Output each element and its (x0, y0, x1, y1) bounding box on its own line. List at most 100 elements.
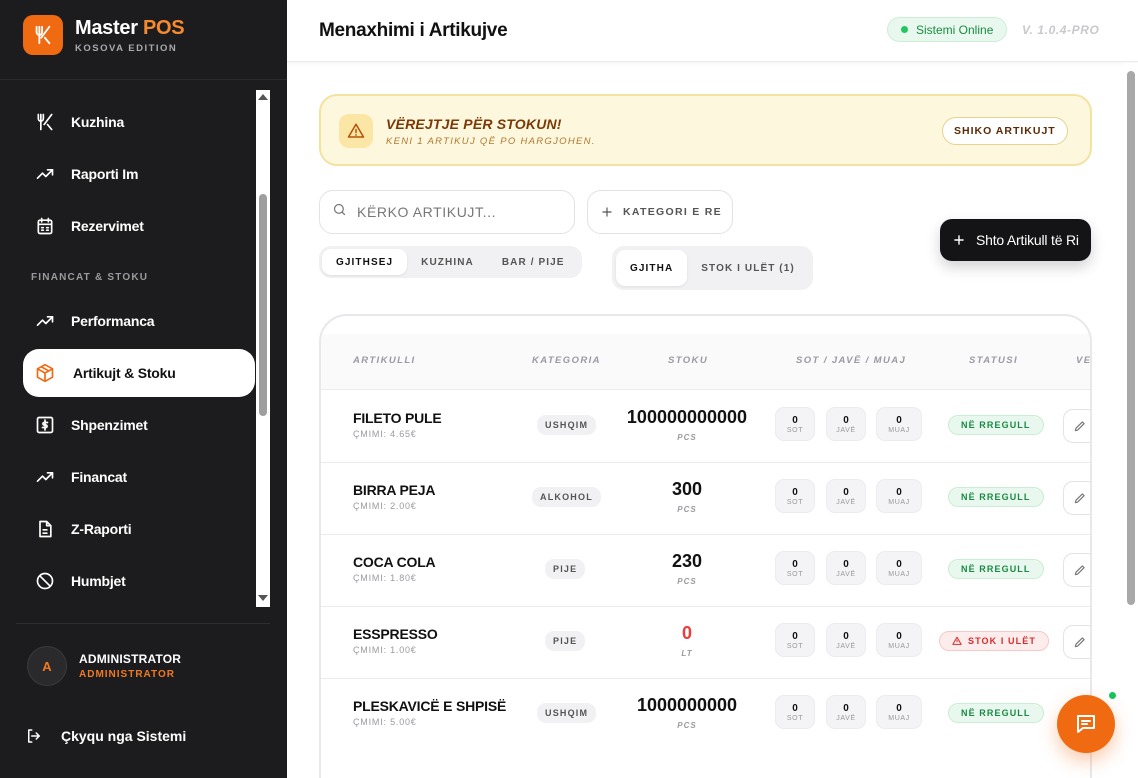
tab-gjithsej[interactable]: GJITHSEJ (322, 249, 408, 275)
status-badge: NË RREGULL (948, 415, 1044, 435)
main-area: Menaxhimi i Artikujve Sistemi Online V. … (287, 0, 1138, 778)
edit-button[interactable] (1063, 553, 1090, 587)
item-name: BIRRA PEJA (353, 482, 436, 498)
sidebar-item-label: Kuzhina (71, 114, 125, 130)
sales-value: 0 (896, 415, 902, 426)
tab-gjitha[interactable]: GJITHA (616, 250, 688, 286)
item-price: ÇMIMI: 1.00€ (353, 645, 417, 655)
item-name: COCA COLA (353, 554, 436, 570)
sales-week: 0 JAVË (826, 623, 866, 657)
table-row[interactable]: BIRRA PEJA ÇMIMI: 2.00€ ALKOHOL 300 PCS … (321, 463, 1090, 535)
stock-value: 300 (671, 479, 703, 499)
edit-button[interactable] (1063, 481, 1090, 515)
sales-label: JAVË (836, 499, 856, 506)
item-price: ÇMIMI: 5.00€ (353, 717, 417, 727)
column-header: STATUSI (969, 355, 1019, 366)
sidebar-item-label: Artikujt & Stoku (73, 365, 176, 381)
divider (0, 79, 287, 80)
stock-unit: PCS (677, 505, 697, 514)
box-icon (35, 363, 55, 383)
view-items-button[interactable]: SHIKO ARTIKUJT (942, 117, 1068, 145)
sidebar-item-z-raporti[interactable]: Z-Raporti (23, 505, 255, 553)
sidebar-item-rezervimet[interactable]: Rezervimet (23, 202, 255, 250)
item-name: ESSPRESSO (353, 626, 438, 642)
edit-button[interactable] (1063, 409, 1090, 443)
column-header: SOT / JAVË / MUAJ (796, 355, 907, 366)
sidebar-item-performanca[interactable]: Performanca (23, 297, 255, 345)
sales-today: 0 SOT (775, 695, 815, 729)
sales-label: MUAJ (888, 643, 910, 650)
sales-month: 0 MUAJ (876, 479, 922, 513)
tab-bar-pije[interactable]: BAR / PIJE (488, 249, 579, 275)
scroll-down-icon[interactable] (258, 595, 268, 601)
sales-label: MUAJ (888, 427, 910, 434)
sales-value: 0 (843, 415, 849, 426)
add-item-button[interactable]: Shto Artikull të Ri (940, 219, 1091, 261)
stock-unit: LT (681, 649, 693, 658)
sales-value: 0 (843, 703, 849, 714)
column-header: VE (1076, 355, 1092, 366)
plus-icon (600, 205, 614, 219)
sidebar-item-artikujt-stoku[interactable]: Artikujt & Stoku (23, 349, 255, 397)
table-row[interactable]: COCA COLA ÇMIMI: 1.80€ PIJE 230 PCS 0 SOT… (321, 535, 1090, 607)
table-row[interactable]: FILETO PULE ÇMIMI: 4.65€ USHQIM 10000000… (321, 391, 1090, 463)
scroll-up-icon[interactable] (258, 94, 268, 100)
sidebar-scrollbar-thumb[interactable] (259, 194, 267, 416)
content-scrollbar[interactable] (1124, 63, 1138, 778)
sidebar-item-kuzhina[interactable]: Kuzhina (23, 98, 255, 146)
tab-kuzhina[interactable]: KUZHINA (407, 249, 488, 275)
sales-value: 0 (792, 703, 798, 714)
sales-label: JAVË (836, 571, 856, 578)
logout-icon (25, 727, 43, 745)
table-row[interactable]: PLESKAVICË E SHPISË ÇMIMI: 5.00€ USHQIM … (321, 679, 1090, 751)
stock-alert: VËREJTJE PËR STOKUN! KENI 1 ARTIKUJ QË P… (319, 94, 1092, 166)
sales-value: 0 (792, 559, 798, 570)
sales-today: 0 SOT (775, 551, 815, 585)
status-text: Sistemi Online (916, 22, 994, 37)
scrollbar-thumb[interactable] (1127, 71, 1135, 605)
stock-unit: PCS (677, 721, 697, 730)
online-dot-icon (901, 26, 908, 33)
new-category-button[interactable]: KATEGORI E RE (587, 190, 733, 234)
sales-today: 0 SOT (775, 479, 815, 513)
sales-today: 0 SOT (775, 623, 815, 657)
content-area: VËREJTJE PËR STOKUN! KENI 1 ARTIKUJ QË P… (287, 63, 1138, 778)
tab-stok-i-ulet[interactable]: STOK I ULËT (1) (687, 250, 809, 286)
user-name: ADMINISTRATOR (79, 652, 182, 666)
sidebar-item-label: Raporti Im (71, 166, 139, 182)
sidebar-item-raporti-im[interactable]: Raporti Im (23, 150, 255, 198)
table-row[interactable]: ESSPRESSO ÇMIMI: 1.00€ PIJE 0 LT 0 SOT 0J… (321, 607, 1090, 679)
chat-button[interactable] (1057, 695, 1115, 753)
logout-button[interactable]: Çkyqu nga Sistemi (25, 727, 186, 745)
plus-icon (952, 233, 966, 247)
edit-button[interactable] (1063, 625, 1090, 659)
sales-label: SOT (786, 571, 804, 578)
category-badge: PIJE (545, 631, 586, 651)
search-input[interactable] (357, 204, 557, 220)
sales-value: 0 (843, 631, 849, 642)
sidebar-item-shpenzimet[interactable]: Shpenzimet (23, 401, 255, 449)
brand-name-accent: POS (142, 16, 185, 39)
sales-label: MUAJ (888, 715, 910, 722)
item-name: FILETO PULE (353, 410, 442, 426)
user-profile[interactable]: A ADMINISTRATOR ADMINISTRATOR (27, 646, 181, 686)
sidebar-item-humbjet[interactable]: Humbjet (23, 557, 255, 605)
sales-label: SOT (786, 715, 804, 722)
sales-month: 0 MUAJ (876, 623, 922, 657)
alert-subtitle: KENI 1 ARTIKUJ QË PO HARGJOHEN. (386, 136, 596, 147)
sales-week: 0 JAVË (826, 551, 866, 585)
sidebar-item-financat[interactable]: Financat (23, 453, 255, 501)
pencil-icon (1074, 637, 1085, 648)
sales-label: MUAJ (888, 571, 910, 578)
sales-today: 0 SOT (775, 407, 815, 441)
topbar: Menaxhimi i Artikujve Sistemi Online V. … (287, 0, 1138, 62)
pencil-icon (1074, 565, 1085, 576)
trend-up-icon (35, 164, 55, 184)
sales-value: 0 (792, 487, 798, 498)
search-box[interactable] (319, 190, 575, 234)
sidebar-item-label: Performanca (71, 313, 155, 329)
stock-unit: PCS (677, 433, 697, 442)
pencil-icon (1074, 421, 1085, 432)
status-badge: Sistemi Online (887, 17, 1008, 42)
item-price: ÇMIMI: 1.80€ (353, 573, 417, 583)
